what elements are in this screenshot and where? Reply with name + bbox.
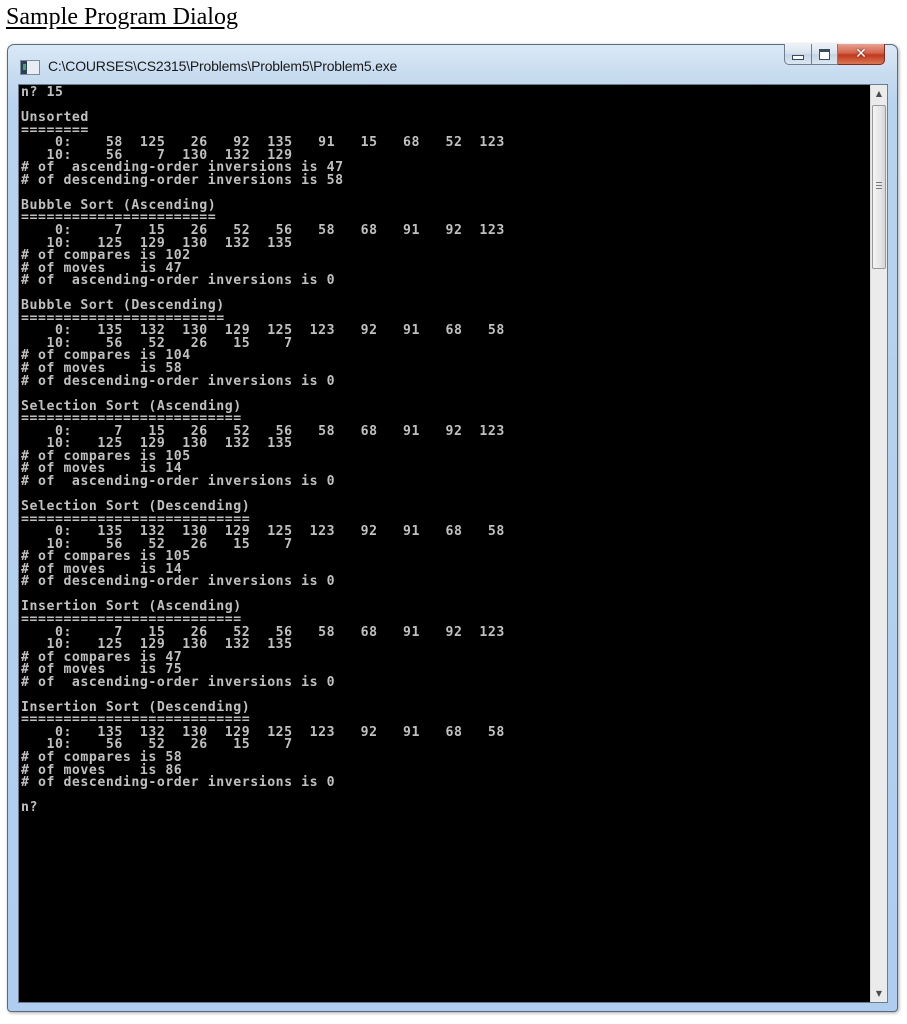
minimize-icon xyxy=(792,54,804,60)
caption-buttons: ✕ xyxy=(784,44,885,66)
console-line: # of ascending-order inversions is 0 xyxy=(21,273,336,289)
console-text: n? 15 Unsorted ======== 0: 58 125 26 92 13… xyxy=(19,85,870,815)
console-line: # of descending-order inversions is 0 xyxy=(21,775,336,791)
page-heading: Sample Program Dialog xyxy=(6,4,238,30)
scroll-down-button[interactable]: ▼ xyxy=(871,985,887,1002)
console-line: # of descending-order inversions is 58 xyxy=(21,172,344,188)
console-line: # of descending-order inversions is 0 xyxy=(21,373,336,389)
console-line: # of descending-order inversions is 0 xyxy=(21,574,336,590)
minimize-button[interactable] xyxy=(784,44,812,65)
console-window: C:\COURSES\CS2315\Problems\Problem5\Prob… xyxy=(7,44,898,1012)
console-line: n? xyxy=(21,800,38,816)
console-app-icon[interactable] xyxy=(20,60,40,75)
window-title: C:\COURSES\CS2315\Problems\Problem5\Prob… xyxy=(48,58,398,74)
console-line: Unsorted xyxy=(21,110,89,126)
scroll-down-icon: ▼ xyxy=(875,989,883,998)
console-output[interactable]: n? 15 Unsorted ======== 0: 58 125 26 92 13… xyxy=(19,85,870,1002)
scroll-up-icon: ▲ xyxy=(875,89,883,98)
maximize-button[interactable] xyxy=(812,44,838,65)
console-line: # of ascending-order inversions is 0 xyxy=(21,674,336,690)
scroll-up-button[interactable]: ▲ xyxy=(871,85,887,102)
title-bar[interactable]: C:\COURSES\CS2315\Problems\Problem5\Prob… xyxy=(8,44,897,83)
maximize-icon xyxy=(819,48,830,60)
console-client-area: n? 15 Unsorted ======== 0: 58 125 26 92 13… xyxy=(18,84,888,1003)
console-line: # of ascending-order inversions is 0 xyxy=(21,473,336,489)
close-icon: ✕ xyxy=(855,46,867,62)
vertical-scrollbar[interactable]: ▲ ▼ xyxy=(870,85,887,1002)
thumb-grip-icon xyxy=(876,182,882,190)
console-line: n? 15 xyxy=(21,85,64,100)
scroll-thumb[interactable] xyxy=(872,105,886,269)
close-button[interactable]: ✕ xyxy=(838,44,885,65)
